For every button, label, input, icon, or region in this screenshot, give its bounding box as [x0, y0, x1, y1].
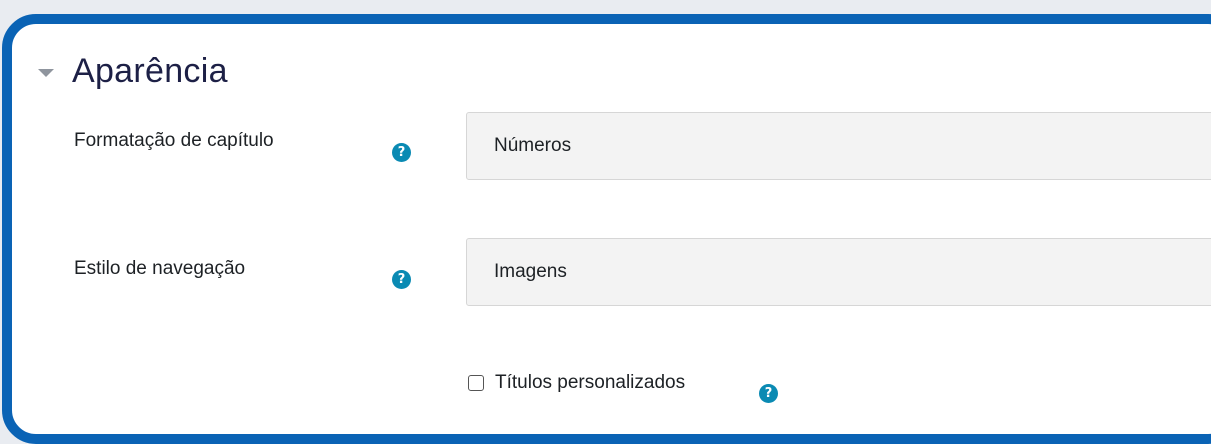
collapse-caret-icon[interactable] [38, 68, 54, 77]
chapter-format-help-icon[interactable]: ? [392, 143, 411, 162]
navigation-style-help-icon[interactable]: ? [392, 270, 411, 289]
section-header[interactable]: Aparência [38, 52, 228, 91]
custom-titles-label[interactable]: Títulos personalizados [495, 372, 685, 394]
navigation-style-select[interactable]: Imagens [466, 238, 1211, 306]
navigation-style-label: Estilo de navegação [74, 258, 246, 279]
chapter-format-select[interactable]: Números [466, 112, 1211, 180]
custom-titles-help-icon[interactable]: ? [759, 384, 778, 403]
section-title: Aparência [72, 52, 228, 90]
custom-titles-row: Títulos personalizados [468, 372, 685, 394]
chapter-format-label: Formatação de capítulo [74, 130, 274, 151]
custom-titles-checkbox[interactable] [468, 375, 484, 391]
